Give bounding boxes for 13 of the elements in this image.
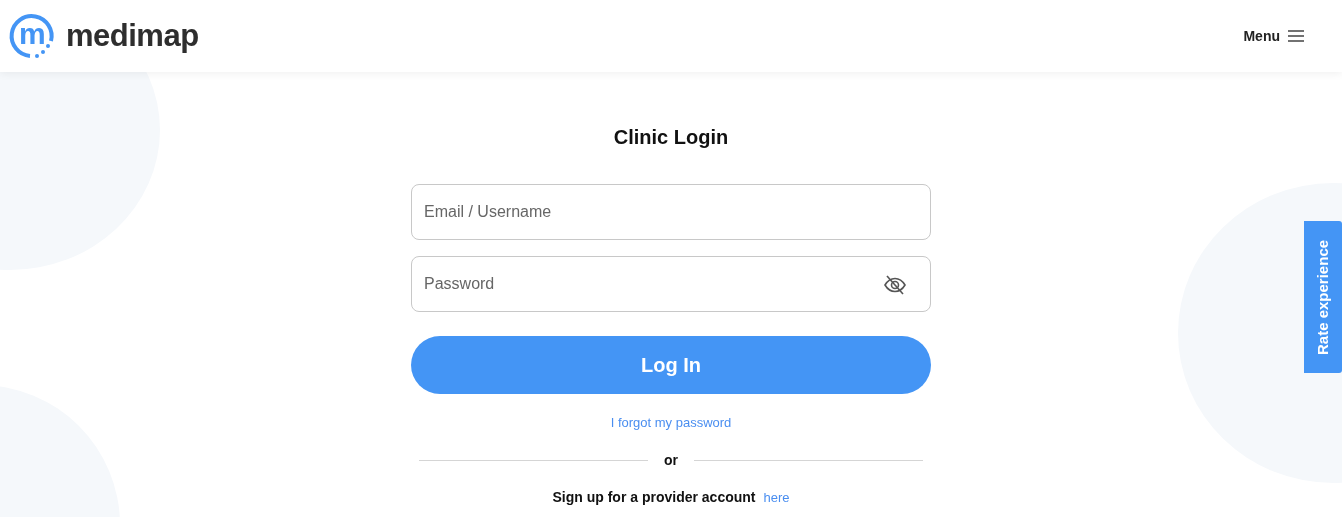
logo-text[interactable]: medimap: [66, 12, 199, 60]
login-title: Clinic Login: [612, 125, 730, 150]
login-button[interactable]: Log In: [411, 336, 931, 394]
signup-text: Sign up for a provider account: [552, 488, 756, 507]
menu-button[interactable]: Menu: [1237, 24, 1310, 48]
signup-link[interactable]: here: [763, 488, 790, 508]
forgot-password-link[interactable]: I forgot my password: [610, 415, 732, 430]
divider-text: or: [664, 451, 678, 470]
password-field[interactable]: Password: [411, 256, 931, 312]
username-field[interactable]: Email / Username: [411, 184, 931, 240]
menu-icon: [1288, 30, 1304, 42]
rate-experience-tab[interactable]: Rate experience: [1304, 221, 1342, 373]
logo-letter: m: [19, 19, 46, 49]
